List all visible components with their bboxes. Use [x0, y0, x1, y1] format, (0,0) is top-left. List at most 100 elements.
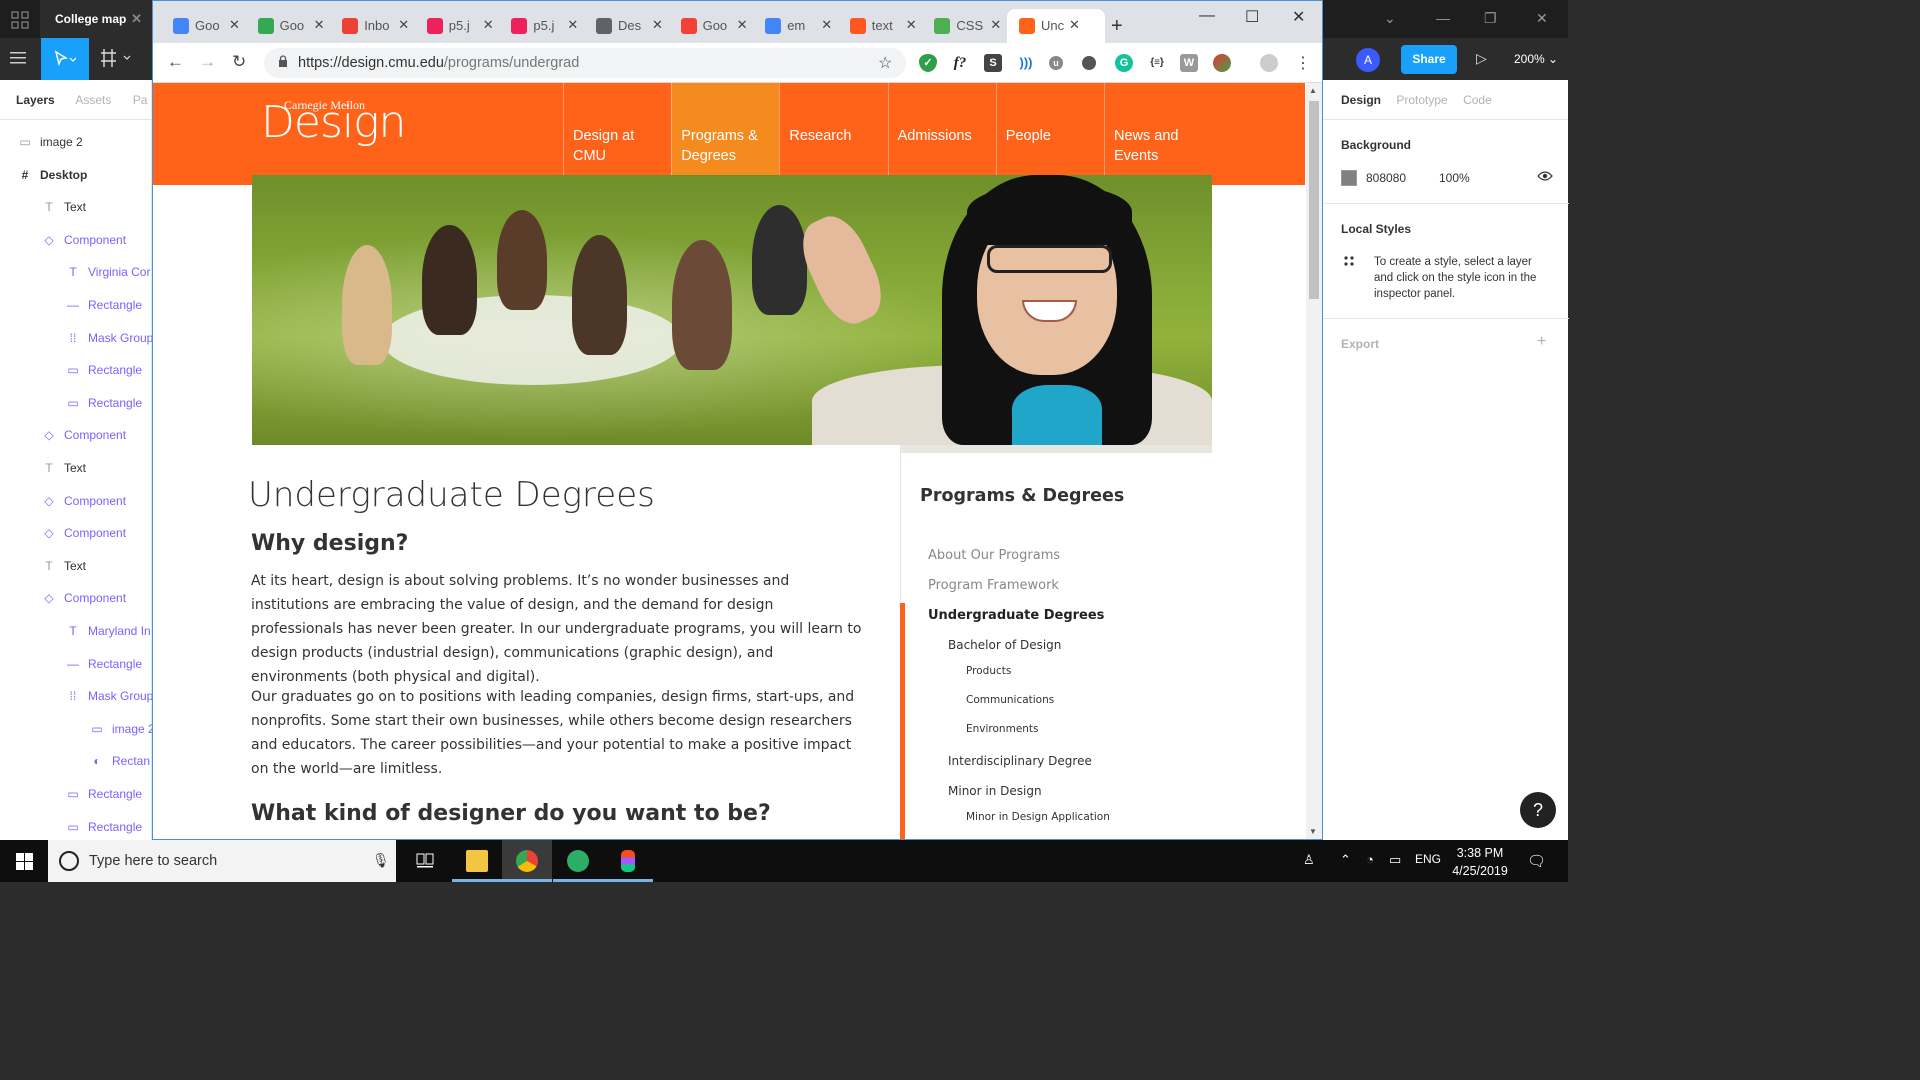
browser-tab[interactable]: text ✕: [838, 9, 922, 43]
scroll-up-icon[interactable]: ▲: [1309, 86, 1317, 95]
battery-icon[interactable]: ▭: [1389, 852, 1401, 868]
tab-prototype[interactable]: Prototype: [1396, 93, 1447, 107]
eye-icon[interactable]: [1537, 170, 1553, 185]
layer-row[interactable]: # Desktop: [0, 160, 152, 190]
reload-icon[interactable]: ↻: [232, 52, 246, 72]
share-button[interactable]: Share: [1401, 45, 1457, 74]
close-tab-icon[interactable]: ✕: [990, 17, 1001, 33]
new-tab-button[interactable]: +: [1111, 15, 1123, 38]
browser-tab[interactable]: em ✕: [753, 9, 837, 43]
layer-row[interactable]: ◇ Component: [0, 583, 152, 613]
sidebar-link[interactable]: Interdisciplinary Degree: [948, 754, 1092, 768]
chevron-down-icon[interactable]: ⌄: [1384, 10, 1396, 27]
close-icon[interactable]: ✕: [131, 11, 142, 27]
sidebar-link[interactable]: Program Framework: [928, 578, 1059, 593]
sidebar-link[interactable]: Minor in Design Application: [966, 811, 1110, 823]
json-extension-icon[interactable]: {≡}: [1148, 54, 1166, 72]
nav-item[interactable]: Admissions: [887, 83, 996, 175]
nav-item[interactable]: Design at CMU: [563, 83, 671, 175]
layer-row[interactable]: ▭ image 2: [0, 714, 152, 744]
browser-tab[interactable]: CSS ✕: [922, 9, 1006, 43]
minimize-icon[interactable]: —: [1199, 7, 1215, 25]
file-explorer-button[interactable]: [452, 840, 502, 882]
browser-tab[interactable]: Inbo ✕: [330, 9, 414, 43]
clock[interactable]: 3:38 PM 4/25/2019: [1450, 844, 1510, 880]
close-window-icon[interactable]: ✕: [1536, 10, 1548, 27]
back-icon[interactable]: ←: [167, 52, 184, 72]
layer-row[interactable]: T Virginia Cor: [0, 257, 152, 287]
browser-tab[interactable]: p5.j ✕: [499, 9, 583, 43]
close-tab-icon[interactable]: ✕: [229, 17, 240, 33]
layer-row[interactable]: T Text: [0, 453, 152, 483]
bookmark-star-icon[interactable]: ☆: [878, 53, 892, 73]
sidebar-link[interactable]: Bachelor of Design: [948, 638, 1061, 652]
layer-row[interactable]: ◇ Component: [0, 225, 152, 255]
figma-taskbar-button[interactable]: [603, 840, 653, 882]
close-tab-icon[interactable]: ✕: [906, 17, 917, 33]
close-tab-icon[interactable]: ✕: [737, 17, 748, 33]
tab-layers[interactable]: Layers: [16, 93, 55, 107]
task-view-button[interactable]: [400, 840, 450, 882]
language-indicator[interactable]: ENG: [1415, 852, 1441, 866]
sidebar-link[interactable]: Environments: [966, 723, 1039, 735]
nav-item[interactable]: News and Events: [1104, 83, 1212, 175]
hamburger-menu-icon[interactable]: [10, 50, 28, 69]
close-tab-icon[interactable]: ✕: [821, 17, 832, 33]
layer-row[interactable]: ◇ Component: [0, 420, 152, 450]
scroll-down-icon[interactable]: ▼: [1309, 827, 1317, 836]
wifi-icon[interactable]: ◔: [1366, 852, 1374, 867]
layer-row[interactable]: T Text: [0, 551, 152, 581]
people-icon[interactable]: ♙: [1303, 852, 1315, 868]
close-tab-icon[interactable]: ✕: [567, 17, 578, 33]
background-opacity-input[interactable]: 100%: [1439, 171, 1470, 185]
layer-row[interactable]: T Maryland In: [0, 616, 152, 646]
minimize-icon[interactable]: —: [1436, 10, 1450, 26]
nav-item[interactable]: People: [995, 83, 1104, 175]
browser-tab[interactable]: Goo ✕: [161, 9, 245, 43]
sidebar-link[interactable]: Communications: [966, 694, 1054, 706]
chrome-taskbar-button[interactable]: [502, 840, 552, 882]
browser-tab[interactable]: Unc ✕: [1007, 9, 1105, 43]
processing-taskbar-button[interactable]: [553, 840, 603, 882]
close-tab-icon[interactable]: ✕: [652, 17, 663, 33]
layer-row[interactable]: ▭ Rectangle: [0, 355, 152, 385]
close-tab-icon[interactable]: ✕: [398, 17, 409, 33]
layer-row[interactable]: ▭ image 2: [0, 127, 152, 157]
kebab-menu-icon[interactable]: ⋮: [1295, 53, 1311, 73]
font-extension-icon[interactable]: f?: [951, 54, 969, 72]
page-scrollbar[interactable]: ▲ ▼: [1306, 83, 1322, 839]
zoom-level[interactable]: 200% ⌄: [1514, 52, 1558, 66]
close-window-icon[interactable]: ✕: [1292, 7, 1305, 27]
windows-start-icon[interactable]: [16, 853, 33, 870]
close-tab-icon[interactable]: ✕: [483, 17, 494, 33]
audio-extension-icon[interactable]: ))): [1017, 54, 1035, 72]
scroll-thumb[interactable]: [1309, 101, 1319, 299]
u-extension-icon[interactable]: u: [1049, 56, 1063, 70]
layer-row[interactable]: ▭ Rectangle: [0, 779, 152, 809]
sidebar-link[interactable]: About Our Programs: [928, 548, 1060, 563]
avatar[interactable]: A: [1356, 48, 1380, 72]
tab-design[interactable]: Design: [1341, 93, 1381, 107]
layer-row[interactable]: ⁞⁞ Mask Group: [0, 681, 152, 711]
layer-row[interactable]: ◐ Rectan: [0, 746, 152, 776]
browser-tab[interactable]: Des ✕: [584, 9, 668, 43]
close-tab-icon[interactable]: ✕: [1069, 17, 1080, 33]
close-tab-icon[interactable]: ✕: [314, 17, 325, 33]
browser-tab[interactable]: Goo ✕: [246, 9, 330, 43]
layer-row[interactable]: T Text: [0, 192, 152, 222]
w-extension-icon[interactable]: W: [1180, 54, 1198, 72]
chevron-up-icon[interactable]: ⌃: [1340, 852, 1351, 868]
sidebar-link[interactable]: Undergraduate Degrees: [928, 608, 1104, 623]
restore-icon[interactable]: ❐: [1484, 10, 1497, 27]
forward-icon[interactable]: →: [199, 52, 216, 72]
layer-row[interactable]: ▭ Rectangle: [0, 812, 152, 842]
plus-icon[interactable]: +: [1537, 333, 1546, 351]
colorpick-extension-icon[interactable]: [1213, 54, 1231, 72]
nav-item[interactable]: Research: [779, 83, 887, 175]
layer-row[interactable]: — Rectangle: [0, 290, 152, 320]
tab-code[interactable]: Code: [1463, 93, 1492, 107]
grammarly-icon[interactable]: G: [1115, 54, 1133, 72]
maximize-icon[interactable]: ☐: [1245, 7, 1259, 27]
profile-icon[interactable]: [1260, 54, 1278, 72]
s-extension-icon[interactable]: S: [984, 54, 1002, 72]
